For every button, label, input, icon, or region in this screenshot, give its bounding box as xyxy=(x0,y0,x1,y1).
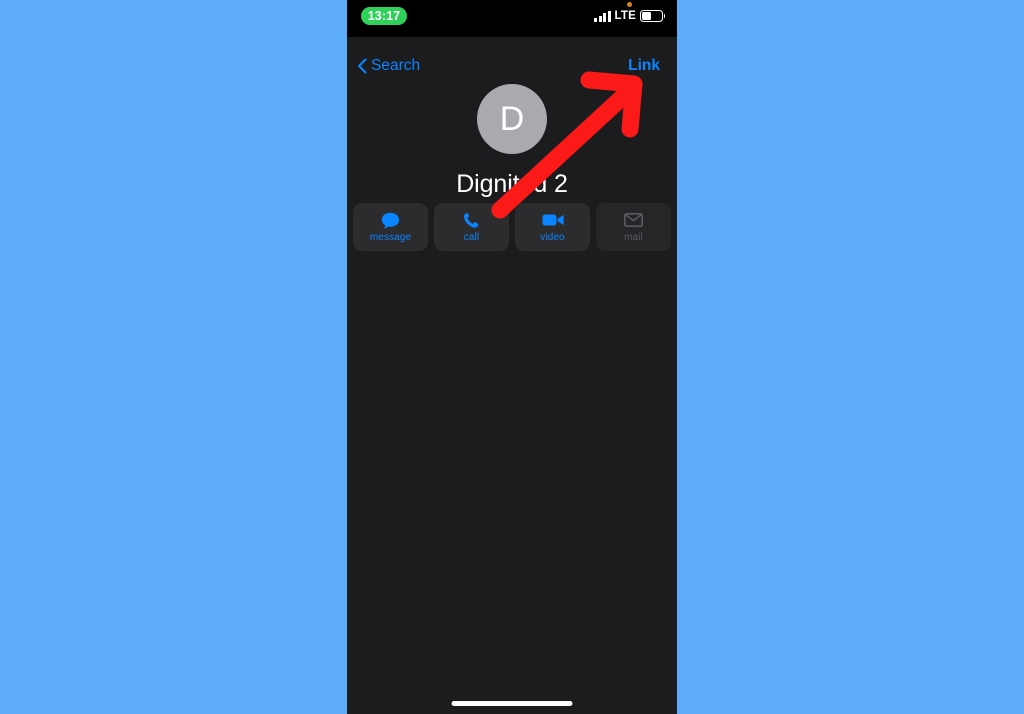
call-button-label: call xyxy=(463,232,480,243)
video-button[interactable]: video xyxy=(515,203,590,251)
status-time-recording-pill[interactable]: 13:17 xyxy=(361,7,407,25)
contact-name: Dignited 2 xyxy=(456,170,568,198)
mail-button: mail xyxy=(596,203,671,251)
back-button[interactable]: Search xyxy=(357,57,420,75)
navigation-bar: Search Link xyxy=(347,37,677,81)
mail-button-label: mail xyxy=(624,232,643,243)
avatar[interactable]: D xyxy=(477,84,547,154)
contact-action-row: message call video mail xyxy=(353,203,671,251)
phone-screen: 13:17 LTE Search Link D Dignited 2 xyxy=(347,0,677,714)
status-bar-right-group: LTE xyxy=(594,8,666,24)
chevron-left-icon xyxy=(357,58,367,74)
network-type-label: LTE xyxy=(614,10,636,22)
message-bubble-icon xyxy=(381,211,400,229)
video-button-label: video xyxy=(540,232,565,243)
call-button[interactable]: call xyxy=(434,203,509,251)
privacy-indicator-icon xyxy=(627,2,632,7)
message-button-label: message xyxy=(369,232,412,243)
home-indicator[interactable] xyxy=(451,701,573,706)
message-button[interactable]: message xyxy=(353,203,428,251)
envelope-icon xyxy=(624,211,643,229)
link-button[interactable]: Link xyxy=(628,57,660,75)
status-bar: 13:17 LTE xyxy=(347,0,677,37)
avatar-initial: D xyxy=(499,99,525,138)
battery-icon xyxy=(640,10,666,22)
back-button-label: Search xyxy=(371,57,421,74)
cellular-signal-icon xyxy=(594,10,611,22)
battery-fill xyxy=(642,12,652,20)
contact-header: D Dignited 2 xyxy=(347,84,677,199)
video-camera-icon xyxy=(542,211,564,229)
phone-icon xyxy=(463,211,480,229)
